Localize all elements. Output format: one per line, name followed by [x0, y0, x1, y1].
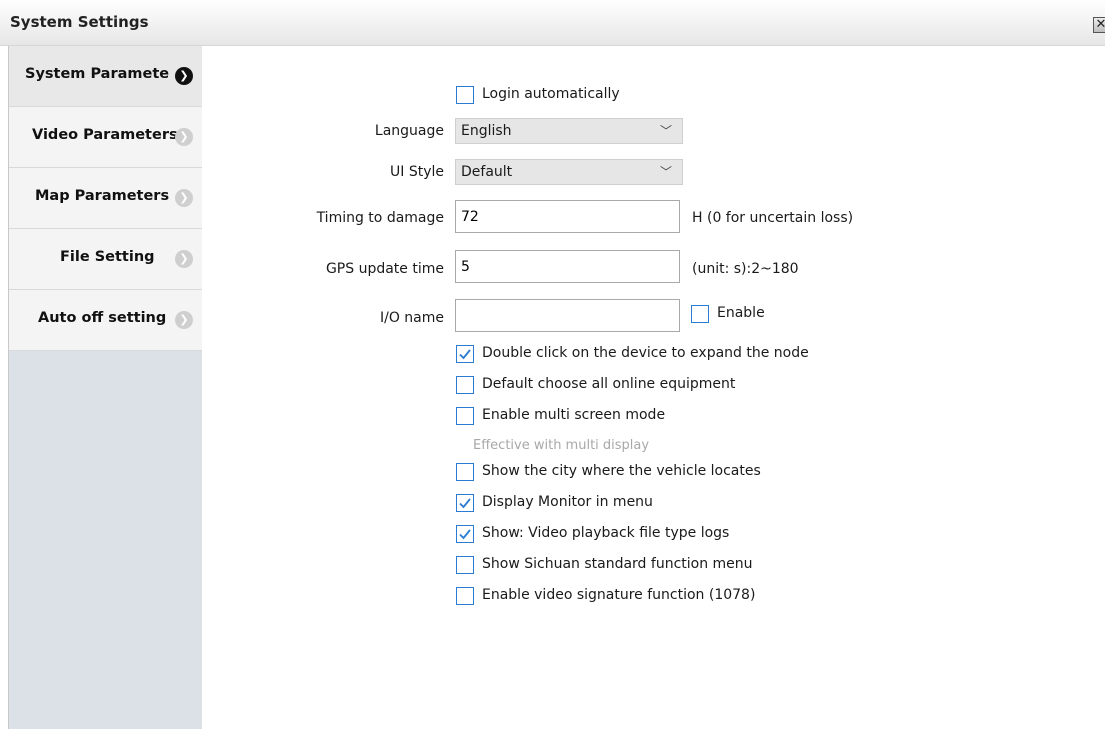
sidebar: System Paramete ❯ Video Parameters ❯ Map…	[9, 46, 202, 729]
io-name-input[interactable]	[455, 299, 680, 332]
checkbox-label: Default choose all online equipment	[482, 376, 736, 392]
sidebar-item-file-setting[interactable]: File Setting ❯	[9, 229, 202, 290]
chevron-right-icon: ❯	[175, 189, 193, 207]
check-icon	[459, 529, 471, 540]
chevron-right-icon: ❯	[175, 311, 193, 329]
gps-update-time-input[interactable]	[455, 250, 680, 283]
timing-to-damage-input[interactable]	[455, 200, 680, 233]
window-title: System Settings	[10, 13, 149, 31]
checkbox-checked[interactable]	[456, 494, 474, 512]
checkbox[interactable]	[456, 556, 474, 574]
ui-style-label: UI Style	[390, 164, 444, 180]
check-icon	[459, 349, 471, 360]
io-enable-checkbox[interactable]	[691, 305, 709, 323]
checkbox-label: Enable	[717, 305, 765, 321]
sidebar-item-label: Map Parameters	[35, 188, 170, 204]
gps-update-time-unit: (unit: s):2~180	[692, 261, 799, 277]
timing-to-damage-unit: H (0 for uncertain loss)	[692, 210, 854, 226]
checkbox-checked[interactable]	[456, 345, 474, 363]
checkbox-label: Enable multi screen mode	[482, 407, 666, 423]
language-value: English	[461, 123, 512, 139]
sidebar-item-system-parameters[interactable]: System Paramete ❯	[9, 46, 202, 107]
multi-display-hint: Effective with multi display	[473, 438, 650, 453]
checkbox[interactable]	[456, 407, 474, 425]
checkbox-label: Show: Video playback file type logs	[482, 525, 730, 541]
sidebar-item-video-parameters[interactable]: Video Parameters ❯	[9, 107, 202, 168]
checkbox-checked[interactable]	[456, 525, 474, 543]
sidebar-item-label: Auto off setting	[38, 310, 167, 326]
check-icon	[459, 498, 471, 509]
checkbox-label: Enable video signature function (1078)	[482, 587, 756, 603]
checkbox[interactable]	[456, 463, 474, 481]
sidebar-item-label: System Paramete	[25, 66, 170, 82]
timing-to-damage-label: Timing to damage	[316, 210, 444, 226]
checkbox-label: Double click on the device to expand the…	[482, 345, 809, 361]
chevron-right-icon: ❯	[175, 67, 193, 85]
sidebar-item-label: File Setting	[60, 249, 155, 265]
title-bar: System Settings ✕	[0, 0, 1105, 46]
gps-update-time-label: GPS update time	[325, 261, 444, 277]
language-select[interactable]: English ﹀	[455, 118, 683, 144]
chevron-right-icon: ❯	[175, 250, 193, 268]
checkbox-label: Login automatically	[482, 86, 620, 102]
language-label: Language	[374, 123, 444, 139]
chevron-down-icon: ﹀	[659, 165, 672, 179]
ui-style-select[interactable]: Default ﹀	[455, 159, 683, 185]
checkbox[interactable]	[456, 376, 474, 394]
io-name-label: I/O name	[379, 310, 444, 326]
checkbox[interactable]	[456, 587, 474, 605]
checkbox-label: Show Sichuan standard function menu	[482, 556, 753, 572]
chevron-down-icon: ﹀	[659, 124, 672, 138]
ui-style-value: Default	[461, 164, 513, 180]
login-automatically-checkbox[interactable]	[456, 86, 474, 104]
sidebar-item-label: Video Parameters	[32, 127, 178, 143]
checkbox-label: Display Monitor in menu	[482, 494, 653, 510]
chevron-right-icon: ❯	[175, 128, 193, 146]
close-icon[interactable]: ✕	[1093, 17, 1105, 33]
checkbox-label: Show the city where the vehicle locates	[482, 463, 761, 479]
sidebar-item-map-parameters[interactable]: Map Parameters ❯	[9, 168, 202, 229]
sidebar-item-auto-off-setting[interactable]: Auto off setting ❯	[9, 290, 202, 351]
